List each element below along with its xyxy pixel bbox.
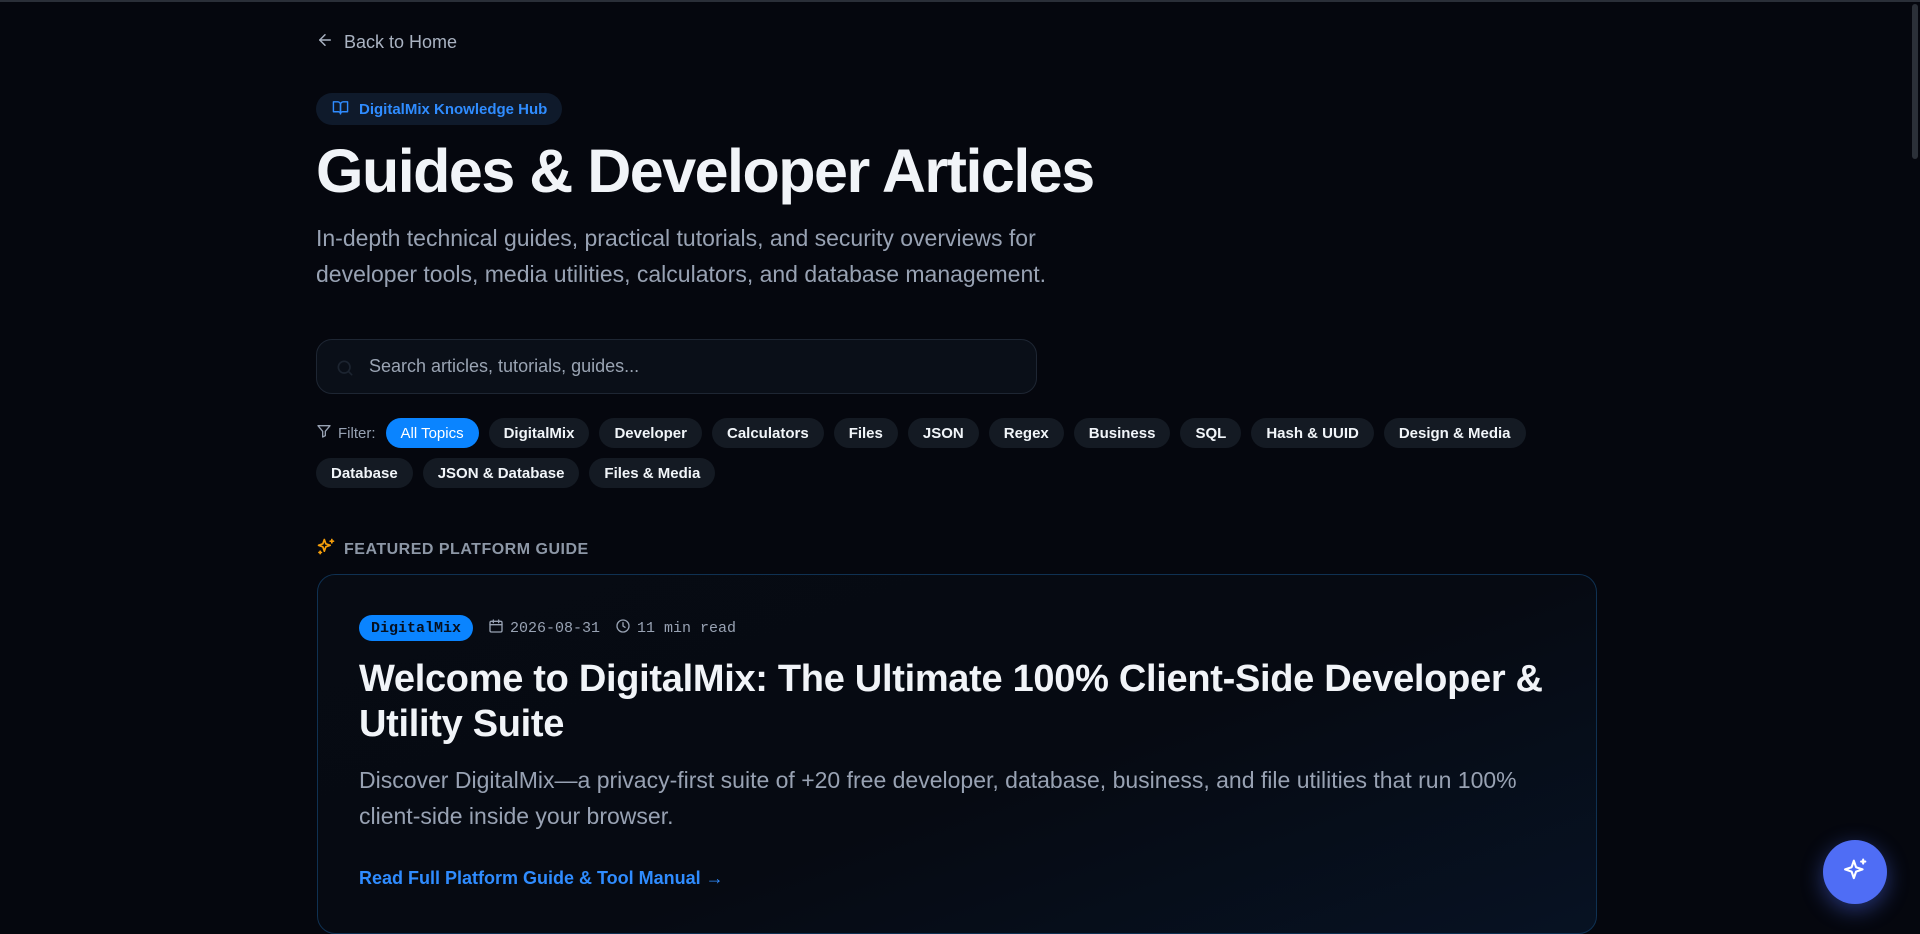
article-date-text: 2026-08-31 bbox=[510, 619, 601, 637]
article-read-time: 11 min read bbox=[615, 618, 736, 639]
filter-chip-hash-uuid[interactable]: Hash & UUID bbox=[1251, 418, 1374, 448]
clock-icon bbox=[615, 618, 631, 639]
filter-label: Filter: bbox=[316, 418, 376, 448]
back-link-label: Back to Home bbox=[344, 31, 458, 52]
filter-chip-files-media[interactable]: Files & Media bbox=[589, 458, 716, 488]
knowledge-hub-page: Back to Home DigitalMix Knowledge Hub Gu… bbox=[0, 0, 1920, 934]
featured-article-card[interactable]: DigitalMix 2026-08-31 11 min read Welcom… bbox=[317, 574, 1597, 934]
filter-chip-design-media[interactable]: Design & Media bbox=[1383, 418, 1526, 448]
filter-chip-sql[interactable]: SQL bbox=[1180, 418, 1242, 448]
badge-label: DigitalMix Knowledge Hub bbox=[359, 100, 548, 118]
ai-assistant-button[interactable] bbox=[1823, 840, 1887, 904]
arrow-left-icon bbox=[316, 31, 334, 54]
article-tag-badge: DigitalMix bbox=[359, 615, 474, 641]
featured-section-heading: FEATURED PLATFORM GUIDE bbox=[316, 537, 589, 562]
filter-chip-all-topics[interactable]: All Topics bbox=[385, 418, 479, 448]
filter-chip-files[interactable]: Files bbox=[833, 418, 898, 448]
book-open-icon bbox=[332, 99, 349, 120]
article-meta: DigitalMix 2026-08-31 11 min read bbox=[359, 615, 736, 641]
filter-chip-business[interactable]: Business bbox=[1073, 418, 1171, 448]
filter-chip-json-database[interactable]: JSON & Database bbox=[422, 458, 580, 488]
page-title: Guides & Developer Articles bbox=[316, 137, 1095, 205]
article-date: 2026-08-31 bbox=[488, 618, 600, 639]
filter-chip-json[interactable]: JSON bbox=[907, 418, 979, 448]
filter-chip-calculators[interactable]: Calculators bbox=[711, 418, 824, 448]
page-subtitle: In-depth technical guides, practical tut… bbox=[316, 225, 1047, 287]
back-to-home-link[interactable]: Back to Home bbox=[316, 30, 457, 54]
search-input[interactable] bbox=[367, 340, 1017, 393]
filter-chip-developer[interactable]: Developer bbox=[599, 418, 702, 448]
featured-heading-label: FEATURED PLATFORM GUIDE bbox=[344, 540, 589, 558]
article-title[interactable]: Welcome to DigitalMix: The Ultimate 100%… bbox=[359, 657, 1569, 747]
sparkle-icon bbox=[1841, 856, 1869, 889]
scrollbar-thumb[interactable] bbox=[1912, 4, 1918, 159]
filter-chip-regex[interactable]: Regex bbox=[988, 418, 1064, 448]
article-read-time-text: 11 min read bbox=[637, 619, 737, 637]
calendar-icon bbox=[488, 618, 504, 639]
filter-bar: Filter: All Topics DigitalMix Developer … bbox=[316, 418, 1598, 488]
sparkles-icon bbox=[316, 537, 336, 562]
knowledge-hub-badge: DigitalMix Knowledge Hub bbox=[316, 93, 563, 125]
funnel-icon bbox=[316, 423, 332, 443]
filter-chip-database[interactable]: Database bbox=[316, 458, 413, 488]
filter-chip-digitalmix[interactable]: DigitalMix bbox=[488, 418, 590, 448]
read-full-guide-link[interactable]: Read Full Platform Guide & Tool Manual → bbox=[359, 868, 724, 889]
search-box[interactable] bbox=[316, 339, 1037, 394]
search-icon bbox=[335, 358, 355, 378]
article-description: Discover DigitalMix—a privacy-first suit… bbox=[359, 767, 1517, 829]
filter-label-text: Filter: bbox=[338, 424, 376, 442]
